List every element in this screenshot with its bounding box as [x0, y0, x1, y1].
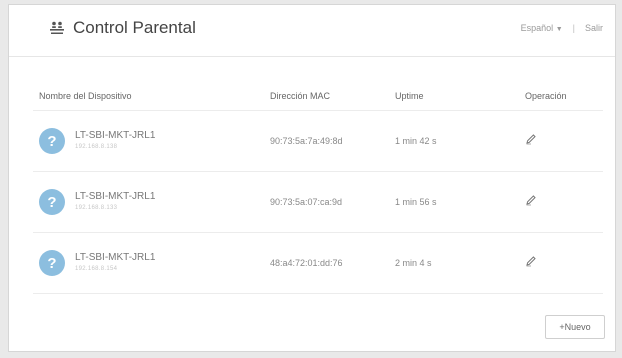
device-mac: 90:73:5a:07:ca:9d: [270, 197, 343, 207]
header-separator: |: [572, 23, 575, 33]
device-table: Nombre del Dispositivo Dirección MAC Upt…: [33, 81, 603, 294]
device-name: LT-SBI-MKT-JRL1: [75, 191, 156, 202]
app-title: Control Parental: [49, 18, 196, 38]
operation-cell: [525, 254, 603, 272]
device-uptime: 2 min 4 s: [395, 258, 432, 268]
unknown-device-icon: ?: [39, 128, 65, 154]
page-title: Control Parental: [73, 18, 196, 37]
header-actions: Español ▼ | Salir: [521, 23, 603, 33]
device-mac: 48:a4:72:01:dd:76: [270, 258, 343, 268]
device-ip: 192.168.8.154: [75, 266, 118, 272]
chevron-down-icon: ▼: [555, 26, 563, 33]
language-label: Español: [520, 23, 554, 33]
column-header-uptime: Uptime: [395, 90, 424, 101]
unknown-device-icon: ?: [39, 189, 65, 215]
device-ip: 192.168.8.138: [75, 144, 118, 150]
table-header: Nombre del Dispositivo Dirección MAC Upt…: [33, 81, 603, 111]
device-cell: ? LT-SBI-MKT-JRL1 192.168.8.138: [33, 128, 270, 154]
unknown-device-icon: ?: [39, 250, 65, 276]
table-row: ? LT-SBI-MKT-JRL1 192.168.8.138 90:73:5a…: [33, 111, 603, 172]
table-row: ? LT-SBI-MKT-JRL1 192.168.8.154 48:a4:72…: [33, 233, 603, 294]
edit-pencil-icon[interactable]: [525, 194, 537, 206]
device-cell: ? LT-SBI-MKT-JRL1 192.168.8.154: [33, 250, 270, 276]
header: Control Parental Español ▼ | Salir: [9, 5, 615, 57]
device-uptime: 1 min 56 s: [395, 197, 437, 207]
new-button[interactable]: +Nuevo: [545, 315, 605, 339]
operation-cell: [525, 132, 603, 150]
language-select[interactable]: Español ▼: [521, 23, 563, 33]
logout-link[interactable]: Salir: [585, 23, 603, 33]
parental-control-panel: Control Parental Español ▼ | Salir Nombr…: [8, 4, 616, 352]
operation-cell: [525, 193, 603, 211]
table-row: ? LT-SBI-MKT-JRL1 192.168.8.133 90:73:5a…: [33, 172, 603, 233]
device-cell: ? LT-SBI-MKT-JRL1 192.168.8.133: [33, 189, 270, 215]
edit-pencil-icon[interactable]: [525, 133, 537, 145]
device-ip: 192.168.8.133: [75, 205, 118, 211]
device-name: LT-SBI-MKT-JRL1: [75, 130, 156, 141]
device-uptime: 1 min 42 s: [395, 136, 437, 146]
column-header-mac: Dirección MAC: [270, 90, 331, 101]
edit-pencil-icon[interactable]: [525, 255, 537, 267]
column-header-name: Nombre del Dispositivo: [39, 90, 132, 101]
parental-control-icon: [50, 21, 64, 34]
device-name: LT-SBI-MKT-JRL1: [75, 252, 156, 263]
column-header-operation: Operación: [525, 90, 567, 101]
device-mac: 90:73:5a:7a:49:8d: [270, 136, 343, 146]
